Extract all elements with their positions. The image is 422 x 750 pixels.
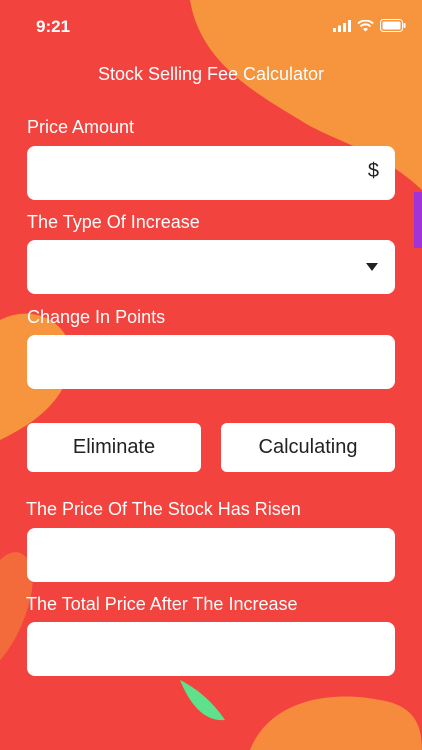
change-points-field[interactable]	[27, 335, 395, 389]
page-title: Stock Selling Fee Calculator	[97, 64, 325, 84]
increase-type-label: The Type Of Increase	[27, 212, 200, 232]
dollar-suffix: $	[367, 160, 379, 182]
total-price-field[interactable]	[27, 622, 395, 676]
total-price-label: The Total Price After The Increase	[26, 594, 298, 614]
calculating-button[interactable]: Calculating	[221, 423, 395, 472]
eliminate-button[interactable]: Eliminate	[27, 423, 201, 472]
status-time: 9:21	[36, 17, 71, 36]
increase-type-select[interactable]	[27, 240, 395, 294]
price-amount-label: Price Amount	[27, 117, 135, 137]
status-icons	[333, 19, 406, 32]
change-points-label: Change In Points	[27, 307, 166, 327]
signal-icon	[333, 19, 351, 32]
dropdown-arrow-icon	[366, 263, 378, 271]
risen-price-label: The Price Of The Stock Has Risen	[26, 499, 301, 519]
battery-icon	[380, 19, 406, 32]
price-amount-field[interactable]: $	[27, 146, 395, 200]
risen-price-field[interactable]	[27, 528, 395, 582]
wifi-icon	[357, 19, 374, 31]
status-bar: 9:21	[0, 0, 422, 54]
